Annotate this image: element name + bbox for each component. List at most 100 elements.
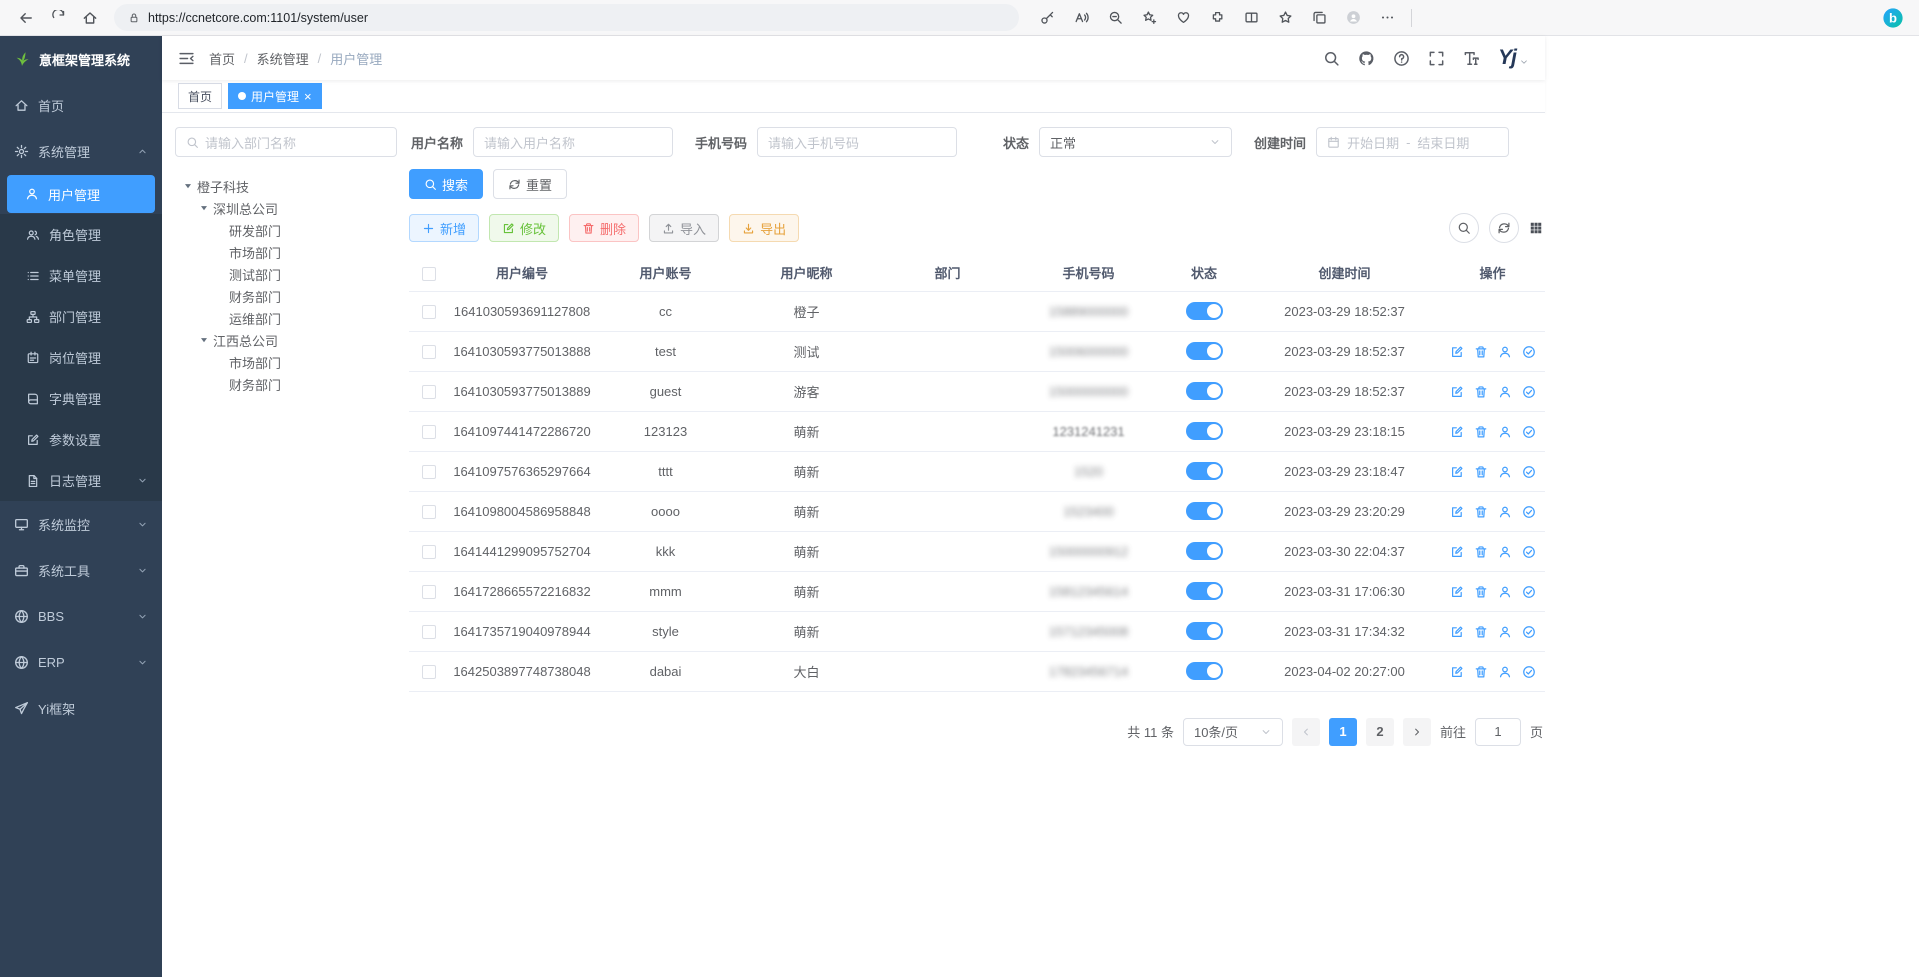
delete-action-icon[interactable]: [1474, 345, 1488, 359]
edit-action-icon[interactable]: [1450, 465, 1464, 479]
import-button[interactable]: 导入: [649, 214, 719, 242]
status-toggle[interactable]: [1186, 342, 1223, 360]
user-action-icon[interactable]: [1498, 385, 1512, 399]
caret-down-icon[interactable]: [183, 181, 193, 191]
tree-node[interactable]: 测试部门: [175, 263, 409, 285]
delete-action-icon[interactable]: [1474, 425, 1488, 439]
url-bar[interactable]: https://ccnetcore.com:1101/system/user: [114, 4, 1019, 31]
browser-reload-icon[interactable]: [42, 4, 74, 32]
browser-essentials-icon[interactable]: [1167, 4, 1199, 32]
page-button[interactable]: 2: [1366, 718, 1394, 746]
column-settings-icon[interactable]: [1529, 221, 1543, 235]
edit-action-icon[interactable]: [1450, 505, 1464, 519]
tree-node[interactable]: 江西总公司: [175, 329, 409, 351]
search-toggle-icon[interactable]: [1449, 213, 1479, 243]
tag-active[interactable]: 用户管理 ×: [228, 83, 322, 109]
search-icon[interactable]: [1323, 50, 1340, 67]
sidebar-item-user-mgmt[interactable]: 用户管理: [7, 175, 155, 213]
delete-action-icon[interactable]: [1474, 625, 1488, 639]
user-action-icon[interactable]: [1498, 425, 1512, 439]
sidebar-item-dict-mgmt[interactable]: 字典管理: [0, 378, 162, 419]
password-key-icon[interactable]: [1031, 4, 1063, 32]
fullscreen-icon[interactable]: [1428, 50, 1445, 67]
export-button[interactable]: 导出: [729, 214, 799, 242]
status-select[interactable]: 正常: [1039, 127, 1232, 157]
row-checkbox[interactable]: [422, 385, 436, 399]
reset-button[interactable]: 重置: [493, 169, 567, 199]
edit-action-icon[interactable]: [1450, 665, 1464, 679]
date-range-picker[interactable]: 开始日期 - 结束日期: [1316, 127, 1509, 157]
sidebar-item-menu-mgmt[interactable]: 菜单管理: [0, 255, 162, 296]
extensions-icon[interactable]: [1201, 4, 1233, 32]
tree-node[interactable]: 橙子科技: [175, 175, 409, 197]
row-checkbox[interactable]: [422, 305, 436, 319]
sidebar-item-log-mgmt[interactable]: 日志管理: [0, 460, 162, 501]
sidebar-item-yi-framework[interactable]: Yi框架: [0, 685, 162, 731]
row-checkbox[interactable]: [422, 545, 436, 559]
status-toggle[interactable]: [1186, 462, 1223, 480]
row-checkbox[interactable]: [422, 585, 436, 599]
split-screen-icon[interactable]: [1235, 4, 1267, 32]
delete-action-icon[interactable]: [1474, 585, 1488, 599]
sidebar-item-erp[interactable]: ERP: [0, 639, 162, 685]
status-toggle[interactable]: [1186, 582, 1223, 600]
status-toggle[interactable]: [1186, 662, 1223, 680]
collections-icon[interactable]: [1303, 4, 1335, 32]
status-toggle[interactable]: [1186, 422, 1223, 440]
font-size-icon[interactable]: [1463, 50, 1480, 67]
profile-avatar-icon[interactable]: [1337, 4, 1369, 32]
user-action-icon[interactable]: [1498, 665, 1512, 679]
row-checkbox[interactable]: [422, 465, 436, 479]
phone-input[interactable]: 请输入手机号码: [757, 127, 957, 157]
username-input[interactable]: 请输入用户名称: [473, 127, 673, 157]
next-page-button[interactable]: [1403, 718, 1431, 746]
help-icon[interactable]: [1393, 50, 1410, 67]
row-checkbox[interactable]: [422, 425, 436, 439]
row-checkbox[interactable]: [422, 345, 436, 359]
zoom-icon[interactable]: [1099, 4, 1131, 32]
sidebar-item-home[interactable]: 首页: [0, 82, 162, 128]
row-checkbox[interactable]: [422, 665, 436, 679]
check-action-icon[interactable]: [1522, 345, 1536, 359]
check-action-icon[interactable]: [1522, 665, 1536, 679]
breadcrumb-item[interactable]: 系统管理: [257, 49, 309, 68]
tag-inactive[interactable]: 首页: [178, 83, 222, 109]
check-action-icon[interactable]: [1522, 505, 1536, 519]
refresh-table-icon[interactable]: [1489, 213, 1519, 243]
browser-back-icon[interactable]: [10, 4, 42, 32]
edit-action-icon[interactable]: [1450, 425, 1464, 439]
status-toggle[interactable]: [1186, 622, 1223, 640]
tree-node[interactable]: 财务部门: [175, 373, 409, 395]
delete-action-icon[interactable]: [1474, 505, 1488, 519]
edit-button[interactable]: 修改: [489, 214, 559, 242]
github-icon[interactable]: [1358, 50, 1375, 67]
page-size-select[interactable]: 10条/页: [1183, 718, 1283, 746]
close-icon[interactable]: ×: [304, 90, 312, 103]
edit-action-icon[interactable]: [1450, 345, 1464, 359]
check-action-icon[interactable]: [1522, 385, 1536, 399]
check-action-icon[interactable]: [1522, 545, 1536, 559]
check-action-icon[interactable]: [1522, 585, 1536, 599]
user-action-icon[interactable]: [1498, 585, 1512, 599]
status-toggle[interactable]: [1186, 502, 1223, 520]
delete-action-icon[interactable]: [1474, 385, 1488, 399]
sidebar-item-system-monitor[interactable]: 系统监控: [0, 501, 162, 547]
edit-action-icon[interactable]: [1450, 625, 1464, 639]
caret-down-icon[interactable]: [199, 203, 209, 213]
user-action-icon[interactable]: [1498, 545, 1512, 559]
copilot-bing-icon[interactable]: b: [1877, 4, 1909, 32]
read-aloud-icon[interactable]: [1065, 4, 1097, 32]
tree-node[interactable]: 研发部门: [175, 219, 409, 241]
caret-down-icon[interactable]: [199, 335, 209, 345]
sidebar-item-post-mgmt[interactable]: 岗位管理: [0, 337, 162, 378]
status-toggle[interactable]: [1186, 302, 1223, 320]
edit-action-icon[interactable]: [1450, 385, 1464, 399]
favorites-icon[interactable]: [1269, 4, 1301, 32]
breadcrumb-item[interactable]: 首页: [209, 49, 235, 68]
prev-page-button[interactable]: [1292, 718, 1320, 746]
delete-action-icon[interactable]: [1474, 545, 1488, 559]
tree-node[interactable]: 财务部门: [175, 285, 409, 307]
collapse-sidebar-icon[interactable]: [178, 50, 195, 67]
user-action-icon[interactable]: [1498, 625, 1512, 639]
delete-button[interactable]: 删除: [569, 214, 639, 242]
